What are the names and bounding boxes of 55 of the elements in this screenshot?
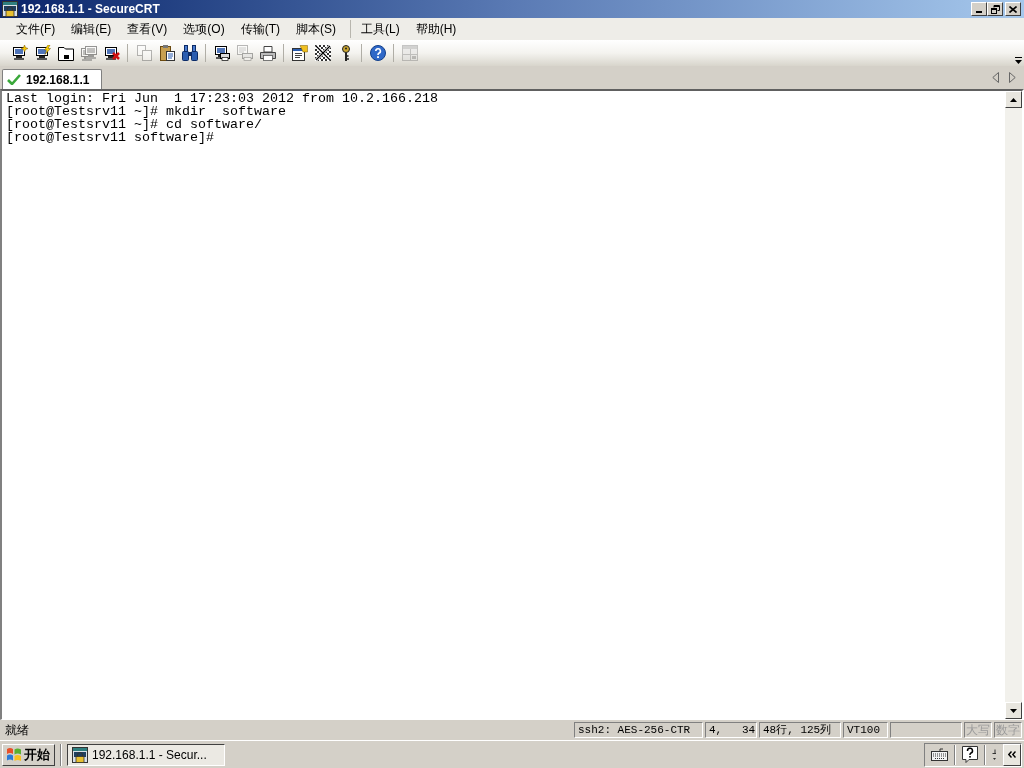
terminal-lock-icon xyxy=(2,1,18,17)
keyboard-icon[interactable] xyxy=(931,748,948,761)
menu-item[interactable]: 脚本(S) xyxy=(288,19,344,39)
left-arrow-icon[interactable] xyxy=(992,72,999,83)
terminal-lock-icon xyxy=(72,746,88,763)
checker-cross-icon[interactable] xyxy=(314,45,331,61)
minimize-icon xyxy=(976,11,982,13)
clipboard-icon[interactable] xyxy=(158,45,175,61)
monitor-sparkle-icon[interactable] xyxy=(11,45,28,61)
help-icon[interactable] xyxy=(369,45,386,61)
close-icon xyxy=(1009,5,1017,13)
help-icon[interactable] xyxy=(962,746,978,763)
menu-item[interactable]: 帮助(H) xyxy=(407,19,465,39)
folder-icon[interactable] xyxy=(57,45,74,61)
start-button[interactable]: 开始 xyxy=(2,743,55,766)
double-chevron-left-icon xyxy=(1008,751,1016,758)
status-panel: VT100 xyxy=(843,722,888,738)
monitor-cross-icon[interactable] xyxy=(103,45,120,61)
monitor-lightning-icon[interactable] xyxy=(34,45,51,61)
session-tab[interactable]: 192.168.1.1 xyxy=(2,69,103,89)
menu-item[interactable]: 查看(V) xyxy=(119,19,176,39)
chevron-down-icon[interactable] xyxy=(1015,57,1022,65)
menu-item[interactable]: 传输(T) xyxy=(232,19,288,39)
restore-icon xyxy=(990,4,1000,14)
status-message: 就绪 xyxy=(5,722,29,739)
right-arrow-icon[interactable] xyxy=(1009,72,1016,83)
scroll-down-button[interactable] xyxy=(1005,702,1022,719)
close-button[interactable] xyxy=(1005,2,1021,16)
terminal-line: [root@Testsrv11 software]# xyxy=(6,131,214,144)
status-panel: 4, 34 xyxy=(705,722,757,738)
scroll-up-button[interactable] xyxy=(1005,91,1022,108)
menu-item[interactable]: 选项(O) xyxy=(175,19,233,39)
taskbar-window-button[interactable]: 192.168.1.1 - Secur... xyxy=(67,743,225,766)
up-arrow-icon xyxy=(1010,97,1017,102)
binoculars-icon[interactable] xyxy=(181,45,198,61)
menu-item[interactable]: 工具(L) xyxy=(353,19,408,39)
menu-item[interactable]: 编辑(E) xyxy=(63,19,120,39)
small-arrow-icon[interactable] xyxy=(992,748,997,761)
terminal-line: [root@Testsrv11 ~]# mkdir software xyxy=(6,105,286,118)
status-panel xyxy=(890,722,962,738)
menu-item[interactable]: 文件(F) xyxy=(8,19,64,39)
properties-icon[interactable] xyxy=(291,45,308,61)
window-title: 192.168.1.1 - SecureCRT xyxy=(21,1,160,17)
minimize-button[interactable] xyxy=(971,2,987,16)
terminal-line: Last login: Fri Jun 1 17:23:03 2012 from 10.2.166.218 xyxy=(6,92,438,105)
status-panel: 48行, 125列 xyxy=(759,722,841,738)
down-arrow-icon xyxy=(1010,708,1017,713)
status-panel: ssh2: AES-256-CTR xyxy=(574,722,703,738)
printer-icon[interactable] xyxy=(259,45,276,61)
monitor-printer-icon[interactable] xyxy=(213,45,230,61)
flag-icon xyxy=(6,746,22,763)
terminal-screen[interactable]: Last login: Fri Jun 1 17:23:03 2012 from 10.2.166.218 [root@Testsrv11 ~]# mkdir software [root@Testsrv11 ~]# cd software/ [root@Testsrv11 software]# xyxy=(2,91,1005,719)
collapse-tray-button[interactable] xyxy=(1003,743,1021,766)
restore-button[interactable] xyxy=(987,2,1003,16)
terminal-line: [root@Testsrv11 ~]# cd software/ xyxy=(6,118,262,131)
